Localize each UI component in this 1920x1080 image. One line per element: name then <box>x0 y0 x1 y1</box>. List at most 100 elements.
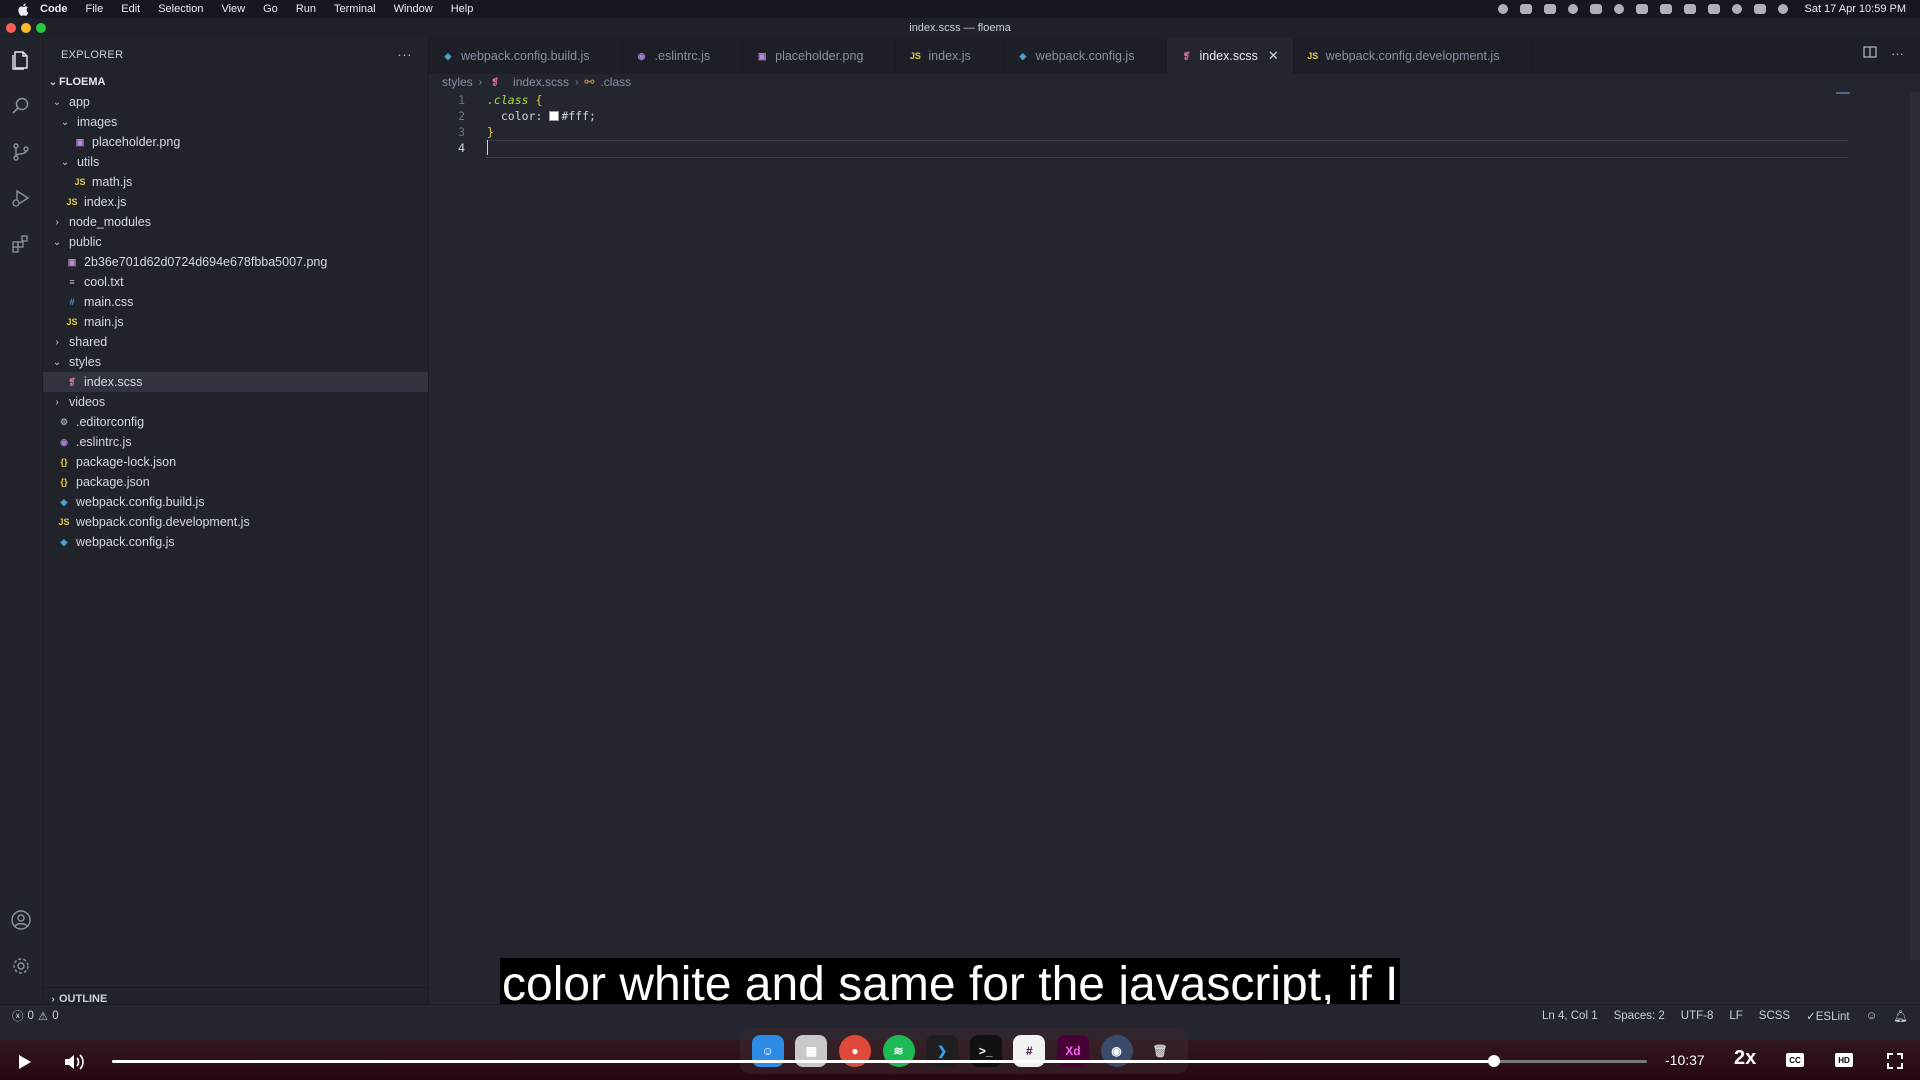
tree-folder[interactable]: ⌄ app <box>43 92 428 112</box>
close-window-button[interactable] <box>6 23 16 33</box>
tree-folder[interactable]: ⌄ public <box>43 232 428 252</box>
css-file-icon: # <box>69 297 75 307</box>
menu-go[interactable]: Go <box>263 3 278 15</box>
notifications-bell-icon[interactable]: 🔔︎ <box>1893 1009 1908 1023</box>
creative-cloud-icon[interactable] <box>1520 4 1533 14</box>
menu-edit[interactable]: Edit <box>121 3 140 15</box>
menu-view[interactable]: View <box>221 3 245 15</box>
menu-file[interactable]: File <box>86 3 104 15</box>
tree-file[interactable]: {} package-lock.json <box>43 452 428 472</box>
tree-file[interactable]: ❡ index.scss <box>43 372 428 392</box>
menu-window[interactable]: Window <box>394 3 433 15</box>
bluetooth-icon[interactable] <box>1684 4 1697 14</box>
tree-file[interactable]: {} package.json <box>43 472 428 492</box>
tree-item-label: node_modules <box>69 215 152 229</box>
tree-file[interactable]: ▣ 2b36e701d62d0724d694e678fbba5007.png <box>43 252 428 272</box>
split-editor-icon[interactable] <box>1863 46 1877 61</box>
tree-file[interactable]: ◉ .eslintrc.js <box>43 432 428 452</box>
end-of-line[interactable]: LF <box>1729 1010 1742 1022</box>
editor-tab[interactable]: ◈ webpack.config.build.js <box>429 38 623 74</box>
run-debug-icon[interactable] <box>9 186 33 210</box>
record-icon[interactable] <box>1498 4 1509 14</box>
volume-button[interactable] <box>62 1050 86 1074</box>
tree-file[interactable]: JS index.js <box>43 192 428 212</box>
problems-indicator[interactable]: ⓧ 0 ⚠ 0 <box>12 1008 59 1024</box>
tree-folder[interactable]: › shared <box>43 332 428 352</box>
explorer-icon[interactable] <box>9 48 33 72</box>
breadcrumb-symbol[interactable]: .class <box>600 75 631 89</box>
video-progress-bar[interactable] <box>112 1055 1647 1067</box>
quality-hd-button[interactable]: HD <box>1835 1053 1853 1067</box>
tree-file[interactable]: ≡ cool.txt <box>43 272 428 292</box>
menubar-clock[interactable]: Sat 17 Apr 10:59 PM <box>1804 3 1906 15</box>
breadcrumb-folder[interactable]: styles <box>442 75 473 89</box>
sync-icon[interactable] <box>1568 4 1579 14</box>
more-actions-icon[interactable]: ··· <box>1891 46 1904 61</box>
tree-file[interactable]: JS main.js <box>43 312 428 332</box>
file-encoding[interactable]: UTF-8 <box>1681 1010 1714 1022</box>
play-button[interactable] <box>14 1052 34 1072</box>
editor-tab[interactable]: JS index.js <box>896 38 1004 74</box>
code-editor[interactable]: 1 .class { 2 color: #fff; 3 } 4 <box>429 92 1920 1010</box>
timer-icon[interactable] <box>1614 4 1625 14</box>
editor-tab[interactable]: ◈ webpack.config.js <box>1004 38 1168 74</box>
search-icon[interactable] <box>9 94 33 118</box>
minimap[interactable] <box>1836 92 1850 94</box>
account-icon[interactable] <box>9 908 33 932</box>
menu-code[interactable]: Code <box>40 3 68 15</box>
indentation[interactable]: Spaces: 2 <box>1614 1010 1665 1022</box>
tree-file[interactable]: ◈ webpack.config.js <box>43 532 428 552</box>
feedback-icon[interactable]: ☺ <box>1866 1010 1878 1022</box>
tree-file[interactable]: # main.css <box>43 292 428 312</box>
spotlight-search-icon[interactable] <box>1732 4 1743 14</box>
tree-folder[interactable]: › node_modules <box>43 212 428 232</box>
close-brace: } <box>487 125 494 139</box>
scss-file-icon: ❡ <box>491 76 499 87</box>
editor-tab[interactable]: ◉ .eslintrc.js <box>623 38 744 74</box>
editor-tab[interactable]: ❡ index.scss ✕ <box>1167 38 1294 74</box>
flag-icon[interactable] <box>1636 4 1649 14</box>
editor-tab[interactable]: ▣ placeholder.png <box>743 38 897 74</box>
tree-folder[interactable]: ⌄ utils <box>43 152 428 172</box>
apple-icon[interactable] <box>16 2 30 16</box>
siri-icon[interactable] <box>1778 4 1789 14</box>
control-center-icon[interactable] <box>1754 4 1767 14</box>
close-tab-icon[interactable]: ✕ <box>1268 48 1279 64</box>
editor-tab[interactable]: JS webpack.config.development.js <box>1294 38 1533 74</box>
breadcrumb-file[interactable]: index.scss <box>513 75 569 89</box>
menu-terminal[interactable]: Terminal <box>334 3 376 15</box>
color-swatch[interactable] <box>549 111 560 121</box>
playback-speed-button[interactable]: 2x <box>1734 1047 1756 1070</box>
zoom-window-button[interactable] <box>36 23 46 33</box>
tree-item-label: styles <box>69 355 101 369</box>
eslint-status[interactable]: ✓ESLint <box>1806 1009 1850 1023</box>
menu-selection[interactable]: Selection <box>158 3 203 15</box>
extensions-icon[interactable] <box>9 232 33 256</box>
tree-file[interactable]: ▣ placeholder.png <box>43 132 428 152</box>
editor-scrollbar[interactable] <box>1910 92 1920 960</box>
tree-folder[interactable]: › videos <box>43 392 428 412</box>
captions-button[interactable]: CC <box>1786 1053 1804 1067</box>
cloud-icon[interactable] <box>1544 4 1557 14</box>
fullscreen-icon[interactable] <box>1886 1052 1904 1073</box>
tree-file[interactable]: JS math.js <box>43 172 428 192</box>
tree-file[interactable]: JS webpack.config.development.js <box>43 512 428 532</box>
language-mode[interactable]: SCSS <box>1759 1010 1790 1022</box>
progress-scrubber-handle[interactable] <box>1487 1055 1500 1067</box>
chevron-down-icon: ⌄ <box>60 116 70 128</box>
tree-folder[interactable]: ⌄ images <box>43 112 428 132</box>
explorer-more-actions-button[interactable]: ··· <box>397 46 412 62</box>
settings-gear-icon[interactable] <box>9 954 33 978</box>
wifi-icon[interactable] <box>1708 4 1721 14</box>
tree-folder[interactable]: ⌄ styles <box>43 352 428 372</box>
tree-file[interactable]: ⚙ .editorconfig <box>43 412 428 432</box>
upload-cloud-icon[interactable] <box>1590 4 1603 14</box>
source-control-icon[interactable] <box>9 140 33 164</box>
menu-help[interactable]: Help <box>451 3 474 15</box>
cursor-position[interactable]: Ln 4, Col 1 <box>1542 1010 1598 1022</box>
menu-run[interactable]: Run <box>296 3 316 15</box>
tree-file[interactable]: ◈ webpack.config.build.js <box>43 492 428 512</box>
minimize-window-button[interactable] <box>21 23 31 33</box>
workspace-root-folder[interactable]: ⌄ FLOEMA <box>43 72 428 92</box>
battery-icon[interactable] <box>1660 4 1673 14</box>
